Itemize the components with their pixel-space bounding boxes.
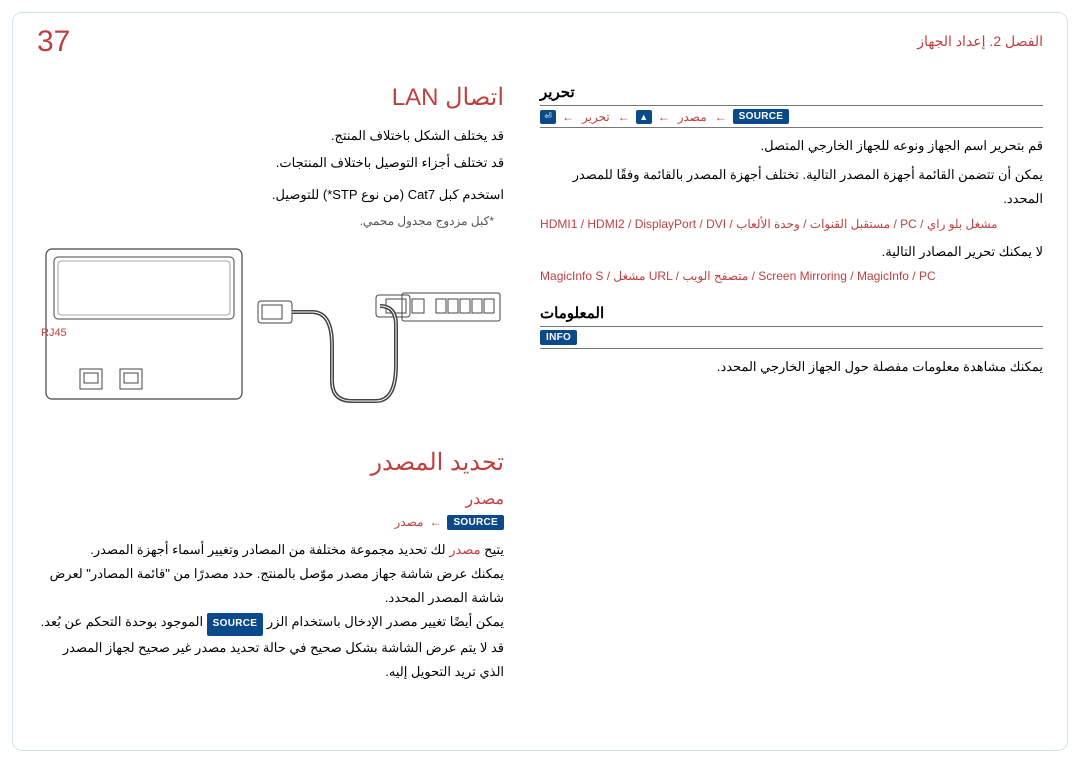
arrow-icon: ← — [562, 110, 574, 124]
up-icon: ▲ — [636, 110, 652, 124]
edit-p2: يمكن أن تتضمن القائمة أجهزة المصدر التال… — [540, 163, 1043, 212]
path-masdar: مصدر — [395, 515, 424, 529]
source-path: SOURCE ← مصدر — [37, 515, 504, 530]
lan-line2: قد تختلف أجزاء التوصيل باختلاف المنتجات. — [37, 151, 504, 176]
edit-path-tahrir: تحرير — [582, 110, 610, 124]
edit-path-masdar: مصدر — [678, 110, 707, 124]
rj45-label: RJ45 — [41, 327, 67, 339]
source-p1: يتيح مصدر لك تحديد مجموعة مختلفة من المص… — [37, 538, 504, 562]
edit-p1: قم بتحرير اسم الجهاز ونوعه للجهاز الخارج… — [540, 134, 1043, 159]
edit-p3: لا يمكنك تحرير المصادر التالية. — [540, 240, 1043, 265]
info-path: INFO — [540, 326, 1043, 349]
p1c: لك تحديد مجموعة مختلفة من المصادر وتغيير… — [90, 542, 449, 557]
edit-path: SOURCE ← مصدر ← ▲ ← تحرير ← ⏎ — [540, 105, 1043, 128]
chapter-label: الفصل 2. إعداد الجهاز — [917, 33, 1043, 50]
edit-srclist1: HDMI1 / HDMI2 / DisplayPort / DVI / مستق… — [540, 214, 1043, 236]
page-header: 37 الفصل 2. إعداد الجهاز — [37, 25, 1043, 59]
info-p1: يمكنك مشاهدة معلومات مفصلة حول الجهاز ال… — [540, 355, 1043, 380]
lan-diagram: RJ45 — [37, 245, 504, 420]
column-right: اتصال LAN قد يختلف الشكل باختلاف المنتج.… — [37, 83, 504, 684]
source-p4: قد لا يتم عرض الشاشة بشكل صحيح في حالة ت… — [37, 636, 504, 684]
source-heading: تحديد المصدر — [37, 448, 504, 477]
enter-icon: ⏎ — [540, 110, 556, 124]
source-tag: SOURCE — [447, 515, 504, 530]
lan-svg — [44, 245, 504, 415]
lan-line1: قد يختلف الشكل باختلاف المنتج. — [37, 124, 504, 149]
page-frame: 37 الفصل 2. إعداد الجهاز اتصال LAN قد يخ… — [12, 12, 1068, 751]
column-left: تحرير SOURCE ← مصدر ← ▲ ← تحرير ← ⏎ قم ب… — [540, 83, 1043, 684]
source-section: تحديد المصدر مصدر SOURCE ← مصدر يتيح مصد… — [37, 448, 504, 684]
source-p3: يمكن أيضًا تغيير مصدر الإدخال باستخدام ا… — [37, 610, 504, 636]
arrow-icon: ← — [429, 515, 441, 529]
columns: اتصال LAN قد يختلف الشكل باختلاف المنتج.… — [37, 83, 1043, 684]
lan-line3a: استخدم كبل Cat7 (من نوع STP*) للتوصيل. — [37, 183, 504, 208]
p1a: يتيح — [481, 542, 504, 557]
arrow-icon: ← — [715, 110, 727, 124]
info-heading: المعلومات — [540, 304, 1043, 322]
page-number: 37 — [37, 25, 70, 59]
source-p2: يمكنك عرض شاشة جهاز مصدر موّصل بالمنتج. … — [37, 562, 504, 610]
source-sub: مصدر — [37, 489, 504, 509]
lan-heading: اتصال LAN — [37, 83, 504, 112]
arrow-icon: ← — [658, 110, 670, 124]
p3a: يمكن أيضًا تغيير مصدر الإدخال باستخدام ا… — [263, 614, 504, 629]
info-tag: INFO — [540, 330, 577, 345]
arrow-icon: ← — [618, 110, 630, 124]
lan-line3b: *كبل مزدوج مجدول محمي. — [37, 210, 504, 233]
edit-heading: تحرير — [540, 83, 1043, 101]
source-tag2: SOURCE — [207, 613, 264, 636]
p3b: الموجود بوحدة التحكم عن بُعد. — [41, 614, 207, 629]
edit-srclist2: MagicInfo S / مشغل URL / متصفح الويب / S… — [540, 266, 1043, 288]
p1b: مصدر — [449, 542, 480, 557]
source-tag3: SOURCE — [733, 109, 790, 124]
